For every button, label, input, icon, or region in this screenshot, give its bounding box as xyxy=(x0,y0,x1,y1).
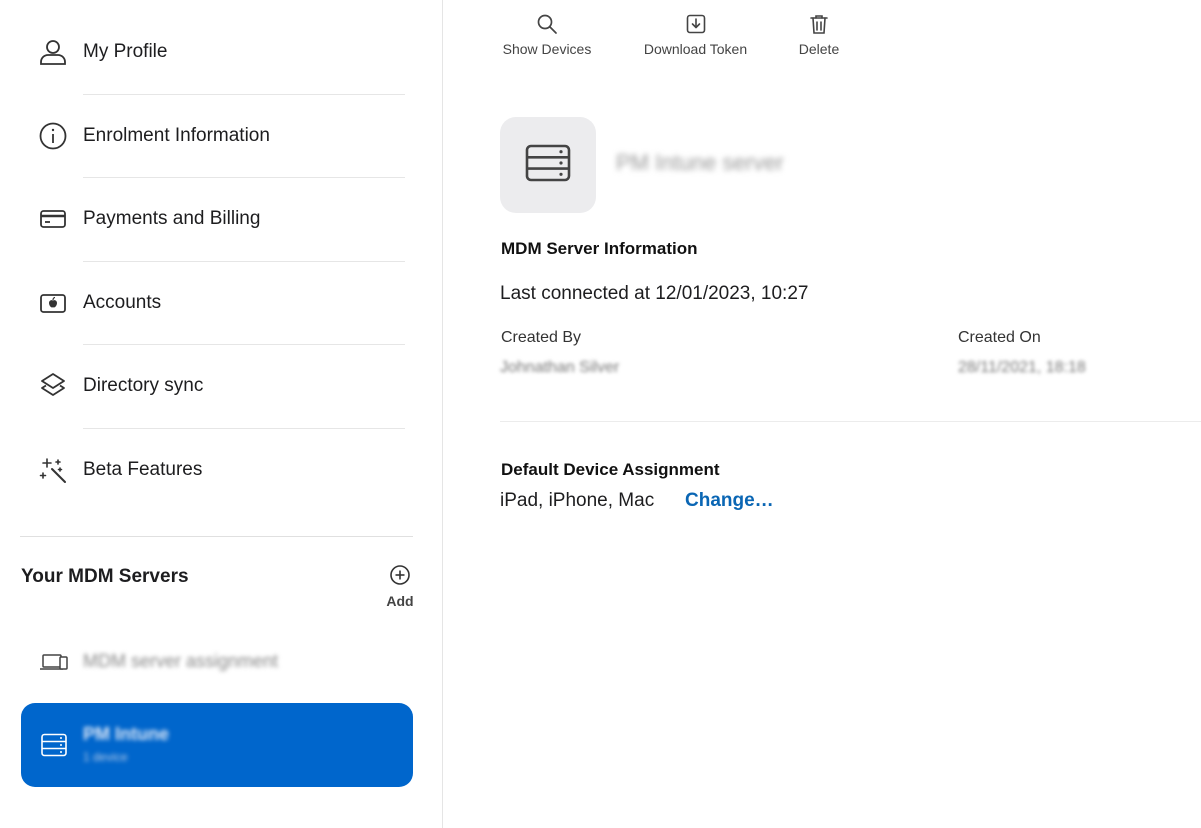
server-list-item-selected[interactable]: PM Intune 1 device xyxy=(21,703,413,787)
sidebar-item-label: Beta Features xyxy=(83,459,203,480)
created-by-label: Created By xyxy=(501,329,582,346)
created-by-value: Johnathan Silver xyxy=(500,359,620,376)
section-divider xyxy=(20,536,413,537)
sidebar-item-directory-sync[interactable]: Directory sync xyxy=(0,344,443,428)
sidebar-item-label: My Profile xyxy=(83,41,168,62)
add-server-button[interactable]: Add xyxy=(380,563,420,611)
download-token-label: Download Token xyxy=(643,41,748,57)
last-connected-text: Last connected at 12/01/2023, 10:27 xyxy=(500,283,809,304)
credit-card-icon xyxy=(37,203,69,235)
person-icon xyxy=(37,36,69,68)
info-section-title: MDM Server Information xyxy=(501,239,698,258)
sidebar-item-label: Directory sync xyxy=(83,375,204,396)
section-divider xyxy=(500,421,1201,422)
download-token-button[interactable]: Download Token xyxy=(637,13,754,63)
server-avatar xyxy=(500,117,596,213)
sparkles-wand-icon xyxy=(37,454,69,486)
add-button-label: Add xyxy=(386,593,414,609)
devices-icon xyxy=(39,650,69,674)
search-icon xyxy=(536,13,558,35)
assignment-value: iPad, iPhone, Mac xyxy=(500,490,655,511)
server-name: MDM server assignment xyxy=(83,651,279,671)
servers-section-title: Your MDM Servers xyxy=(21,566,189,587)
change-assignment-link[interactable]: Change… xyxy=(685,490,774,512)
layers-icon xyxy=(37,370,69,402)
show-devices-button[interactable]: Show Devices xyxy=(497,13,597,63)
show-devices-label: Show Devices xyxy=(502,41,592,57)
server-title: PM Intune server xyxy=(616,150,784,175)
sidebar-item-beta-features[interactable]: Beta Features xyxy=(0,428,443,512)
sidebar-item-my-profile[interactable]: My Profile xyxy=(0,10,443,94)
info-icon xyxy=(37,120,69,152)
sidebar-item-accounts[interactable]: Accounts xyxy=(0,261,443,345)
sidebar-item-label: Payments and Billing xyxy=(83,208,261,229)
server-subtitle: 1 device xyxy=(83,750,128,764)
server-icon xyxy=(39,733,69,757)
sidebar-item-label: Enrolment Information xyxy=(83,125,270,146)
server-list-item[interactable]: MDM server assignment xyxy=(21,640,413,684)
server-icon xyxy=(524,144,572,187)
assignment-section-title: Default Device Assignment xyxy=(501,460,720,479)
trash-icon xyxy=(808,13,830,35)
delete-button[interactable]: Delete xyxy=(793,13,845,63)
sidebar-item-payments-billing[interactable]: Payments and Billing xyxy=(0,177,443,261)
created-on-value: 28/11/2021, 18:18 xyxy=(958,359,1086,376)
created-on-label: Created On xyxy=(958,329,1041,346)
delete-label: Delete xyxy=(798,41,840,57)
sidebar-item-label: Accounts xyxy=(83,292,162,313)
sidebar-item-enrolment-information[interactable]: Enrolment Information xyxy=(0,94,443,178)
apple-account-icon xyxy=(37,287,69,319)
sidebar: My Profile Enrolment Information Payment… xyxy=(0,0,443,828)
server-name: PM Intune xyxy=(83,724,169,744)
download-icon xyxy=(685,13,707,35)
plus-circle-icon xyxy=(388,563,412,587)
